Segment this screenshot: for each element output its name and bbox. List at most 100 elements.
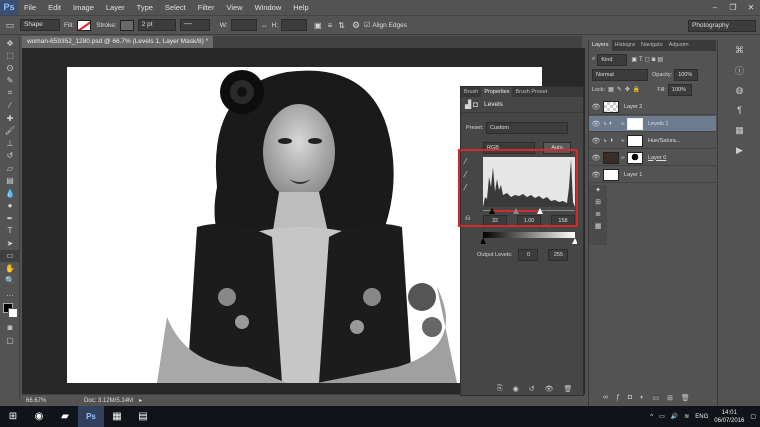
lock-icons[interactable]: ▦✎✥🔒 [608,86,643,93]
output-black-field[interactable]: 0 [518,249,539,261]
stroke-size-input[interactable]: 2 pt [137,19,176,31]
reset-icon[interactable]: ↺ [529,385,535,393]
tab-properties[interactable]: Properties [481,87,513,97]
view-previous-icon[interactable]: ◉ [513,385,519,393]
menu-layer[interactable]: Layer [100,0,131,15]
dodge-tool-icon[interactable]: ● [0,200,20,213]
document-tab[interactable]: woman-659352_1280.psd @ 66.7% (Levels 1,… [22,36,214,48]
rectangle-tool-icon[interactable]: ▭ [0,20,20,31]
pen-tool-icon[interactable]: ✒ [0,212,20,225]
path-selection-tool-icon[interactable]: ➤ [0,237,20,250]
width-input[interactable] [230,19,257,31]
menu-filter[interactable]: Filter [192,0,221,15]
path-align-icon[interactable]: ≡ [328,21,333,30]
stroke-type-select[interactable]: — [179,19,210,31]
calculator-icon[interactable]: ▦ [104,406,130,427]
fx-icon[interactable]: ƒ [616,394,620,402]
notifications-icon[interactable]: ▢ [750,413,756,420]
more-tools-icon[interactable]: … [0,287,20,300]
tab-brush-preset[interactable]: Brush Preset [512,87,550,97]
adjustments-icon[interactable]: ≣ [589,209,607,221]
clip-to-layer-icon[interactable]: ⎘ [497,385,503,393]
align-edges-checkbox[interactable]: ☑ [364,21,370,29]
channels-panel-icon[interactable]: ◍ [718,80,760,100]
menu-select[interactable]: Select [159,0,192,15]
wifi-icon[interactable]: ≋ [684,413,689,420]
volume-icon[interactable]: 🔊 [671,413,678,420]
move-tool-icon[interactable]: ✥ [0,37,20,50]
eye-icon[interactable]: 👁 [589,120,603,128]
status-menu-arrow-icon[interactable]: ▸ [139,397,142,404]
type-tool-icon[interactable]: T [0,225,20,238]
stroke-swatch[interactable] [119,19,134,31]
layer-mask-thumbnail[interactable] [627,117,643,130]
preset-select[interactable]: Custom [486,122,568,134]
layer-mask-icon[interactable]: ◘ [473,100,478,109]
fill-swatch[interactable] [77,19,92,31]
history-brush-tool-icon[interactable]: ↺ [0,150,20,163]
quick-select-tool-icon[interactable]: ✎ [0,75,20,88]
gradient-tool-icon[interactable]: ▤ [0,175,20,188]
quick-mask-icon[interactable]: ◙ [0,322,20,335]
clock[interactable]: 14:01 06/07/2016 [714,409,744,425]
output-white-field[interactable]: 255 [548,249,569,261]
layer-row[interactable]: 👁 ↳ ◑ ∞ Hue/Satura... [589,133,716,149]
output-levels-slider[interactable] [481,238,577,244]
trash-icon[interactable]: 🗑 [681,394,690,402]
eraser-tool-icon[interactable]: ▱ [0,162,20,175]
layer-mask-thumbnail[interactable] [627,134,643,147]
network-icon[interactable]: ▭ [659,413,665,420]
workspace-select[interactable]: Photography [688,20,756,32]
photoshop-taskbar-icon[interactable]: Ps [78,406,104,427]
hand-tool-icon[interactable]: ✋ [0,262,20,275]
tab-adjustments[interactable]: Adjustm [666,40,692,51]
menu-help[interactable]: Help [287,0,314,15]
blur-tool-icon[interactable]: 💧 [0,187,20,200]
zoom-tool-icon[interactable]: 🔍 [0,275,20,288]
layer-mask-thumbnail[interactable] [627,151,643,164]
crop-tool-icon[interactable]: ⌗ [0,87,20,100]
menu-window[interactable]: Window [249,0,288,15]
visibility-icon[interactable]: 👁 [545,385,554,393]
path-ops-icon[interactable]: ▣ [314,21,322,30]
zoom-level[interactable]: 66.67% [22,398,56,404]
swatches-panel-icon[interactable]: ▦ [718,120,760,140]
tab-layers[interactable]: Layers [589,40,612,51]
shape-mode-select[interactable]: Shape [20,19,60,31]
history-panel-icon[interactable]: ⌘ [718,40,760,60]
blend-mode-select[interactable]: Normal [592,68,648,81]
tab-navigator[interactable]: Navigato [638,40,666,51]
menu-view[interactable]: View [220,0,248,15]
eye-icon[interactable]: 👁 [589,103,603,111]
layer-row-selected[interactable]: 👁 ↳ ◐ ∞ Levels 1 [589,116,716,132]
trash-icon[interactable]: 🗑 [563,385,572,393]
layer-row[interactable]: 👁 Layer 2 [589,99,716,115]
close-button[interactable]: ✕ [742,0,760,15]
screen-mode-icon[interactable]: ▢ [0,334,20,347]
eye-icon[interactable]: 👁 [589,171,603,179]
rectangle-tool-icon[interactable]: ▭ [0,249,20,262]
menu-edit[interactable]: Edit [42,0,67,15]
minimize-button[interactable]: – [706,0,724,15]
new-layer-icon[interactable]: ⊞ [667,394,673,402]
actions-panel-icon[interactable]: ▶ [718,140,760,160]
opacity-field[interactable]: 100% [674,68,699,81]
tab-brush[interactable]: Brush [461,87,481,97]
gear-icon[interactable]: ⚙ [352,20,360,31]
menu-type[interactable]: Type [131,0,159,15]
tab-histogram[interactable]: Histogra [612,40,638,51]
layer-row[interactable]: 👁 ∞ Layer 0 [589,150,716,166]
presets-icon[interactable]: ▦ [589,221,607,233]
paragraph-panel-icon[interactable]: ¶ [718,100,760,120]
tray-arrow-icon[interactable]: ^ [650,414,653,420]
brush-settings-icon[interactable]: ✦ [589,185,607,197]
eye-icon[interactable]: 👁 [589,154,603,162]
link-layers-icon[interactable]: ∞ [603,394,608,402]
clone-source-icon[interactable]: ⊞ [589,197,607,209]
new-adjustment-icon[interactable]: ◐ [640,394,644,402]
clone-stamp-tool-icon[interactable]: ⊥ [0,137,20,150]
chrome-icon[interactable]: ◉ [26,406,52,427]
path-arrange-icon[interactable]: ⇅ [338,21,345,30]
menu-image[interactable]: Image [67,0,100,15]
add-mask-icon[interactable]: ◘ [628,394,632,402]
